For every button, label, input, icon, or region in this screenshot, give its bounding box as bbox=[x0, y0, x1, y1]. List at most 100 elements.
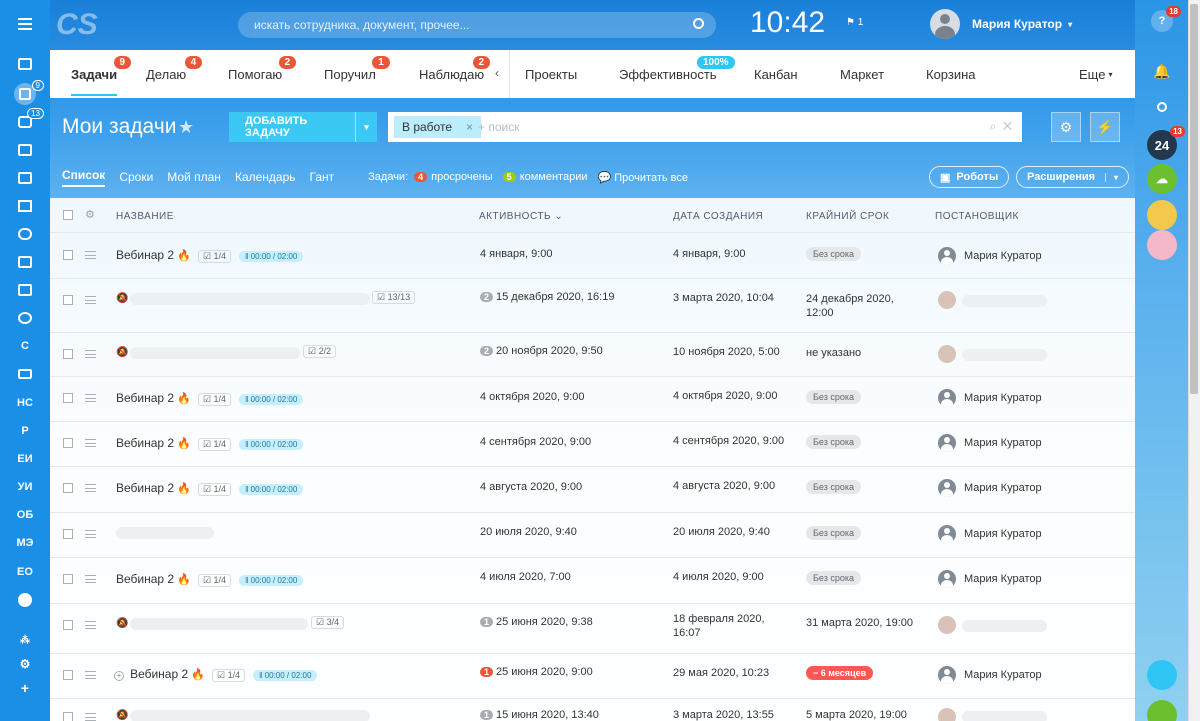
author-name[interactable]: Мария Куратор bbox=[964, 528, 1042, 540]
deadline-cell[interactable]: − 6 месяцев bbox=[806, 666, 874, 680]
timer-badge[interactable]: ‖ 00:00 / 02:00 bbox=[253, 670, 318, 681]
drag-handle-icon[interactable] bbox=[85, 394, 96, 402]
deadline-cell[interactable]: Без срока bbox=[806, 480, 861, 494]
sidebar-item-ns[interactable]: НС bbox=[0, 391, 50, 415]
overdue-link[interactable]: просрочены bbox=[431, 171, 493, 183]
view-gantt[interactable]: Гант bbox=[310, 170, 335, 184]
author-name-redacted[interactable] bbox=[962, 349, 1047, 361]
clock[interactable]: 10:42 bbox=[750, 6, 825, 40]
extensions-button[interactable]: Расширения ▾ bbox=[1016, 166, 1130, 188]
table-row[interactable]: 🔕 ☑ 3/4 1 25 июня 2020, 9:38 18 февраля 2… bbox=[50, 604, 1135, 654]
drag-handle-icon[interactable] bbox=[85, 575, 96, 583]
row-checkbox[interactable] bbox=[63, 670, 73, 680]
search-icon[interactable]: ⌕ bbox=[989, 119, 996, 133]
tab-assigned[interactable]: Поручил 1 bbox=[324, 50, 390, 98]
task-title-redacted[interactable] bbox=[116, 527, 214, 539]
table-row[interactable]: 🔕 1 15 июня 2020, 13:40 3 марта 2020, 13:… bbox=[50, 699, 1135, 721]
author-cell[interactable]: Мария Куратор bbox=[938, 570, 1042, 588]
deadline-badge[interactable]: Без срока bbox=[806, 390, 861, 404]
calendar-icon[interactable] bbox=[0, 166, 50, 190]
deadline-badge[interactable]: Без срока bbox=[806, 480, 861, 494]
bitrix24-icon[interactable]: 24 13 bbox=[1147, 126, 1185, 160]
table-row[interactable]: + Вебинар 2 🔥 ☑ 1/4 ‖ 00:00 / 02:00 1 25 … bbox=[50, 654, 1135, 699]
column-created[interactable]: ДАТА СОЗДАНИЯ bbox=[673, 211, 763, 222]
author-name[interactable]: Мария Куратор bbox=[964, 669, 1042, 681]
star-icon[interactable]: ★ bbox=[178, 117, 194, 138]
cloud-icon[interactable]: ☁ bbox=[1147, 164, 1177, 194]
row-checkbox[interactable] bbox=[63, 483, 73, 493]
logo[interactable]: CS bbox=[56, 8, 98, 42]
sidebar-item-me[interactable]: МЭ bbox=[0, 531, 50, 555]
deadline-cell[interactable]: не указано bbox=[806, 347, 861, 359]
comments-link[interactable]: комментарии bbox=[520, 171, 588, 183]
search-icon[interactable] bbox=[693, 18, 704, 29]
drive-icon[interactable] bbox=[0, 138, 50, 162]
deadline-badge[interactable]: Без срока bbox=[806, 435, 861, 449]
deadline-cell[interactable]: Без срока bbox=[806, 247, 861, 261]
time-icon[interactable] bbox=[0, 306, 50, 330]
scrollbar[interactable] bbox=[1188, 0, 1200, 721]
deadline-badge[interactable]: Без срока bbox=[806, 247, 861, 261]
sidebar-item-ei[interactable]: ЕИ bbox=[0, 447, 50, 471]
phone-icon[interactable] bbox=[1147, 700, 1177, 721]
robots-button[interactable]: ▣ Роботы bbox=[929, 166, 1010, 188]
task-title[interactable]: Вебинар 2 bbox=[130, 667, 188, 681]
tab-market[interactable]: Маркет bbox=[840, 50, 884, 98]
deadline-badge[interactable]: Без срока bbox=[806, 571, 861, 585]
sidebar-item-ui[interactable]: УИ bbox=[0, 475, 50, 499]
row-checkbox[interactable] bbox=[63, 295, 73, 305]
overdue-badge[interactable]: 4 bbox=[414, 172, 428, 182]
tab-projects[interactable]: Проекты bbox=[525, 50, 577, 98]
contacts-icon[interactable] bbox=[0, 250, 50, 274]
scrollbar-thumb[interactable] bbox=[1190, 4, 1198, 394]
live-feed-icon[interactable] bbox=[0, 52, 50, 76]
overdue-badge[interactable]: − 6 месяцев bbox=[806, 666, 874, 680]
comments-badge[interactable]: 5 bbox=[502, 172, 516, 182]
task-title-redacted[interactable] bbox=[130, 618, 308, 630]
user-avatar-1[interactable] bbox=[1147, 200, 1177, 230]
row-checkbox[interactable] bbox=[63, 438, 73, 448]
notifications-icon[interactable]: 🔔 bbox=[1147, 56, 1177, 86]
author-cell[interactable]: Мария Куратор bbox=[938, 666, 1042, 684]
tab-observing[interactable]: Наблюдаю 2 bbox=[419, 50, 491, 98]
author-cell[interactable]: Мария Куратор bbox=[938, 389, 1042, 407]
user-menu[interactable]: Мария Куратор ▾ bbox=[930, 9, 1072, 39]
table-row[interactable]: Вебинар 2 🔥 ☑ 1/4 ‖ 00:00 / 02:00 4 янва… bbox=[50, 233, 1135, 279]
add-icon[interactable]: + bbox=[0, 676, 50, 700]
chat-icon[interactable]: 13 bbox=[0, 108, 50, 134]
table-row[interactable]: Вебинар 2 🔥 ☑ 1/4 ‖ 00:00 / 02:00 4 сент… bbox=[50, 422, 1135, 467]
deadline-cell[interactable]: Без срока bbox=[806, 571, 861, 585]
tab-kanban[interactable]: Канбан bbox=[754, 50, 798, 98]
settings-icon[interactable]: ⚙ bbox=[0, 652, 50, 676]
chevron-down-icon[interactable]: ▾ bbox=[1105, 172, 1118, 182]
flag-counter[interactable]: ⚑ 1 bbox=[846, 17, 863, 28]
author-name[interactable]: Мария Куратор bbox=[964, 392, 1042, 404]
tab-more[interactable]: Еще ▾ bbox=[1079, 50, 1112, 98]
view-list[interactable]: Список bbox=[62, 168, 106, 187]
add-task-button[interactable]: ДОБАВИТЬ ЗАДАЧУ ▾ bbox=[229, 112, 377, 142]
author-name[interactable]: Мария Куратор bbox=[964, 250, 1042, 262]
drag-handle-icon[interactable] bbox=[85, 251, 96, 259]
drag-handle-icon[interactable] bbox=[85, 530, 96, 538]
author-name[interactable]: Мария Куратор bbox=[964, 482, 1042, 494]
task-title[interactable]: Вебинар 2 bbox=[116, 248, 174, 262]
table-row[interactable]: 20 июля 2020, 9:40 20 июля 2020, 9:40 Бе… bbox=[50, 513, 1135, 558]
view-deadlines[interactable]: Сроки bbox=[119, 170, 153, 184]
groups-icon[interactable] bbox=[0, 222, 50, 246]
view-calendar[interactable]: Календарь bbox=[235, 170, 296, 184]
table-row[interactable]: Вебинар 2 🔥 ☑ 1/4 ‖ 00:00 / 02:00 4 июля… bbox=[50, 558, 1135, 604]
more-icon[interactable] bbox=[0, 588, 50, 612]
author-name[interactable]: Мария Куратор bbox=[964, 573, 1042, 585]
task-name-cell[interactable]: Вебинар 2 🔥 ☑ 1/4 ‖ 00:00 / 02:00 bbox=[116, 572, 304, 587]
deadline-cell[interactable]: Без срока bbox=[806, 435, 861, 449]
timer-badge[interactable]: ‖ 00:00 / 02:00 bbox=[239, 484, 304, 495]
tab-doing[interactable]: Делаю 4 bbox=[146, 50, 203, 98]
row-checkbox[interactable] bbox=[63, 574, 73, 584]
task-name-cell[interactable]: Вебинар 2 🔥 ☑ 1/4 ‖ 00:00 / 02:00 bbox=[116, 436, 304, 451]
read-all-link[interactable]: 💬 Прочитать все bbox=[598, 171, 689, 184]
expand-icon[interactable]: + bbox=[114, 671, 124, 681]
table-row[interactable]: Вебинар 2 🔥 ☑ 1/4 ‖ 00:00 / 02:00 4 авгу… bbox=[50, 467, 1135, 513]
column-activity[interactable]: АКТИВНОСТЬ ⌄ bbox=[479, 211, 563, 222]
automation-button[interactable]: ⚡ bbox=[1090, 112, 1120, 142]
filter-search-input[interactable]: В работе × + поиск ⌕ ✕ bbox=[388, 112, 1022, 142]
